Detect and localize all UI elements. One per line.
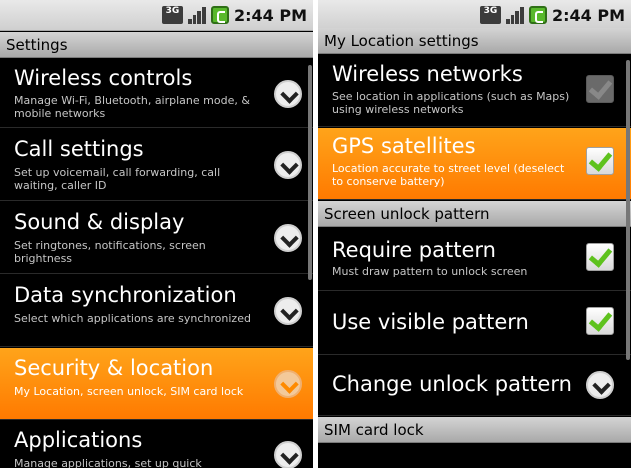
chevron-down-icon (274, 80, 302, 108)
section-header-my-location: My Location settings (318, 28, 631, 54)
scrollbar[interactable] (308, 65, 312, 280)
item-subtitle: Set ringtones, notifications, screen bri… (14, 239, 206, 265)
item-subtitle: Manage Wi-Fi, Bluetooth, airplane mode, … (14, 94, 250, 120)
item-title: Use visible pattern (332, 310, 529, 334)
battery-icon (528, 6, 547, 24)
item-title: Applications (14, 428, 143, 452)
item-subtitle: Manage applications, set up quick (14, 457, 202, 468)
status-time: 2:44 PM (551, 5, 625, 25)
settings-item-wireless-controls[interactable]: Wireless controls Manage Wi-Fi, Bluetoot… (0, 59, 313, 128)
scrollbar[interactable] (626, 60, 630, 360)
section-header-sim-lock: SIM card lock (318, 417, 631, 443)
chevron-down-icon (274, 370, 302, 398)
status-bar: 3G 2:44 PM (0, 0, 313, 31)
setting-wireless-networks[interactable]: Wireless networks See location in applic… (318, 55, 631, 127)
chevron-down-icon (274, 297, 302, 325)
location-settings-screen: 3G 2:44 PM My Location settings Wireless… (318, 0, 631, 468)
setting-change-unlock-pattern[interactable]: Change unlock pattern (318, 356, 631, 416)
settings-item-security-location[interactable]: Security & location My Location, screen … (0, 348, 313, 420)
item-subtitle: Set up voicemail, call forwarding, call … (14, 166, 221, 192)
item-title: Data synchronization (14, 283, 237, 307)
item-title: Wireless networks (332, 62, 523, 86)
status-time: 2:44 PM (233, 5, 307, 25)
item-title: Require pattern (332, 238, 496, 262)
section-header-screen-unlock: Screen unlock pattern (318, 201, 631, 227)
setting-use-visible-pattern[interactable]: Use visible pattern (318, 292, 631, 355)
visible-pattern-checkbox[interactable] (586, 307, 614, 335)
item-title: Wireless controls (14, 66, 193, 90)
item-subtitle: Select which applications are synchroniz… (14, 312, 251, 325)
setting-require-pattern[interactable]: Require pattern Must draw pattern to unl… (318, 228, 631, 291)
settings-item-call-settings[interactable]: Call settings Set up voicemail, call for… (0, 129, 313, 201)
item-subtitle: Location accurate to street level (desel… (332, 162, 565, 188)
item-title: GPS satellites (332, 134, 476, 158)
battery-icon (210, 6, 229, 24)
setting-gps-satellites[interactable]: GPS satellites Location accurate to stre… (318, 128, 631, 200)
require-pattern-checkbox[interactable] (586, 243, 614, 271)
chevron-down-icon (586, 371, 614, 399)
settings-item-sound-display[interactable]: Sound & display Set ringtones, notificat… (0, 202, 313, 274)
signal-icon (187, 6, 206, 24)
item-title: Sound & display (14, 210, 185, 234)
settings-item-data-sync[interactable]: Data synchronization Select which applic… (0, 275, 313, 347)
item-subtitle: See location in applications (such as Ma… (332, 90, 570, 116)
item-title: Change unlock pattern (332, 372, 572, 396)
chevron-down-icon (274, 151, 302, 179)
item-subtitle: Must draw pattern to unlock screen (332, 265, 528, 278)
item-subtitle: My Location, screen unlock, SIM card loc… (14, 385, 244, 398)
3g-icon: 3G (479, 6, 501, 24)
3g-icon: 3G (161, 6, 183, 24)
item-title: Call settings (14, 137, 144, 161)
settings-item-applications[interactable]: Applications Manage applications, set up… (0, 421, 313, 468)
chevron-down-icon (274, 224, 302, 252)
signal-icon (505, 6, 524, 24)
status-bar: 3G 2:44 PM (318, 0, 631, 31)
page-title: Settings (0, 32, 313, 58)
item-title: Security & location (14, 356, 214, 380)
settings-screen: 3G 2:44 PM Settings Wireless controls Ma… (0, 0, 313, 468)
gps-satellites-checkbox[interactable] (586, 147, 614, 175)
wireless-networks-checkbox[interactable] (586, 75, 614, 103)
chevron-down-icon (274, 441, 302, 468)
